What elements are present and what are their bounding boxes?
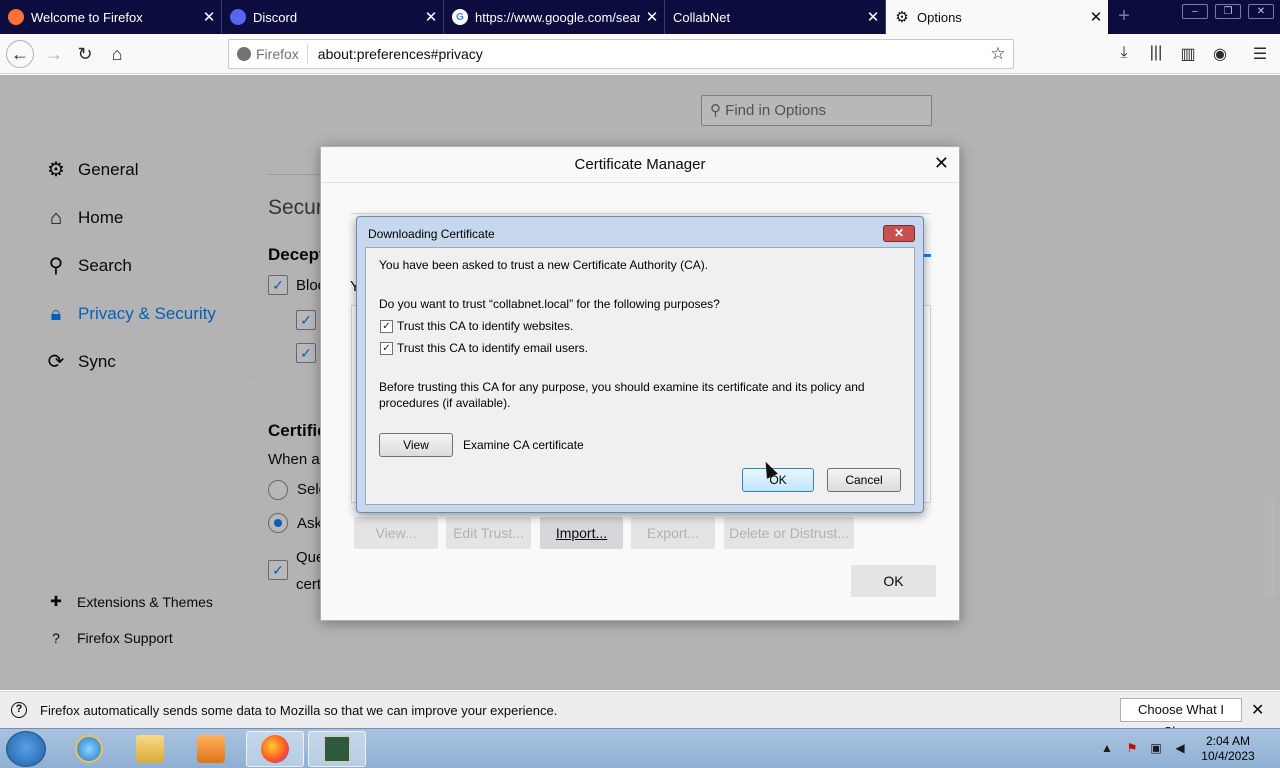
chevron-up-icon[interactable]: ▲	[1099, 741, 1115, 757]
clock-time: 2:04 AM	[1205, 734, 1251, 748]
volume-icon[interactable]: ◀	[1172, 741, 1188, 757]
reload-button[interactable]: ↻	[71, 40, 99, 68]
ok-button[interactable]: OK	[851, 565, 936, 597]
tab-welcome[interactable]: Welcome to Firefox ✕	[0, 0, 222, 34]
close-icon[interactable]: ✕	[419, 8, 443, 26]
url-input[interactable]: about:preferences#privacy	[308, 46, 983, 62]
tab-collabnet[interactable]: CollabNet ✕	[665, 0, 886, 34]
close-icon[interactable]: ✕	[197, 8, 221, 26]
restore-button[interactable]: ❐	[1215, 4, 1241, 19]
taskbar-explorer[interactable]	[121, 731, 179, 767]
view-ca-button[interactable]: View	[379, 433, 453, 457]
back-button[interactable]: ←	[6, 40, 34, 68]
close-icon[interactable]: ✕	[883, 225, 915, 242]
edit-trust-button[interactable]: Edit Trust...	[446, 517, 531, 549]
gear-icon: ⚙	[895, 9, 909, 26]
trust-websites-checkbox[interactable]: ✓	[380, 320, 393, 333]
question-text: Do you want to trust “collabnet.local” f…	[379, 297, 720, 311]
tab-title: Discord	[253, 9, 298, 25]
menu-icon[interactable]: ☰	[1249, 44, 1271, 64]
intro-text: You have been asked to trust a new Certi…	[379, 258, 709, 272]
window-close-button[interactable]: ✕	[1248, 4, 1274, 19]
download-icon[interactable]: ⤓	[1113, 44, 1135, 64]
identity-label: Firefox	[256, 46, 299, 62]
dialog-title: Downloading Certificate	[368, 227, 495, 241]
help-icon: ?	[11, 702, 27, 718]
close-icon[interactable]: ✕	[934, 153, 949, 174]
warning-line-2: procedures (if available).	[379, 396, 511, 410]
choose-what-i-share-button[interactable]: Choose What I Share	[1120, 698, 1242, 739]
trust-websites-label: Trust this CA to identify websites.	[397, 319, 574, 333]
media-player-icon	[197, 735, 225, 763]
identity-box[interactable]: Firefox	[229, 44, 308, 64]
discord-icon	[230, 9, 246, 25]
import-button[interactable]: Import...	[540, 517, 623, 549]
close-icon[interactable]: ✕	[1084, 8, 1108, 26]
tab-strip: Welcome to Firefox ✕ Discord ✕ G https:/…	[0, 0, 1280, 34]
dialog-title: Certificate Manager	[321, 147, 959, 183]
page-scrollbar[interactable]	[1265, 497, 1275, 597]
downloading-certificate-dialog: Downloading Certificate ✕ You have been …	[356, 216, 924, 513]
account-icon[interactable]: ◉	[1209, 44, 1231, 64]
trust-email-checkbox[interactable]: ✓	[380, 342, 393, 355]
close-icon[interactable]: ✕	[1251, 700, 1264, 720]
start-button[interactable]	[6, 731, 46, 767]
trust-email-label: Trust this CA to identify email users.	[397, 341, 588, 355]
bookmark-star-icon[interactable]: ☆	[983, 44, 1013, 64]
sidebar-icon[interactable]: ▥	[1177, 44, 1199, 64]
view-caption: Examine CA certificate	[463, 438, 584, 452]
taskbar-firefox[interactable]	[246, 731, 304, 767]
ok-button[interactable]: OK	[742, 468, 814, 492]
monitor-icon	[323, 735, 351, 763]
forward-button[interactable]: →	[40, 40, 68, 68]
taskbar-ie[interactable]	[60, 731, 118, 767]
data-reporting-notification: ? Firefox automatically sends some data …	[0, 691, 1280, 739]
flag-icon[interactable]: ⚑	[1124, 741, 1140, 757]
tab-options[interactable]: ⚙ Options ✕	[886, 0, 1108, 34]
taskbar: ▲ ⚑ ▣ ◀ 2:04 AM 10/4/2023	[0, 728, 1280, 768]
tab-google[interactable]: G https://www.google.com/sear ✕	[444, 0, 665, 34]
home-icon[interactable]: ⌂	[103, 40, 131, 68]
taskbar-app[interactable]	[308, 731, 366, 767]
google-icon: G	[452, 9, 468, 25]
tab-divider	[351, 213, 931, 214]
tab-title: Welcome to Firefox	[31, 9, 143, 25]
firefox-icon	[8, 9, 24, 25]
network-icon[interactable]: ▣	[1148, 741, 1164, 757]
folder-icon	[136, 735, 164, 763]
url-bar[interactable]: Firefox about:preferences#privacy ☆	[228, 39, 1014, 69]
tab-title: https://www.google.com/sear	[475, 9, 640, 25]
delete-distrust-button[interactable]: Delete or Distrust...	[724, 517, 854, 549]
close-icon[interactable]: ✕	[861, 8, 885, 26]
tab-title: CollabNet	[673, 9, 731, 25]
firefox-icon	[261, 735, 289, 763]
view-button[interactable]: View...	[354, 517, 438, 549]
library-icon[interactable]: |||	[1145, 44, 1167, 64]
tab-discord[interactable]: Discord ✕	[222, 0, 444, 34]
clock[interactable]: 2:04 AM 10/4/2023	[1196, 734, 1260, 764]
nav-bar: ← → ↻ ⌂ Firefox about:preferences#privac…	[0, 34, 1280, 74]
internet-explorer-icon	[75, 735, 103, 763]
taskbar-media[interactable]	[182, 731, 240, 767]
cancel-button[interactable]: Cancel	[827, 468, 901, 492]
notification-text: Firefox automatically sends some data to…	[40, 703, 558, 718]
firefox-icon	[237, 47, 251, 61]
warning-line-1: Before trusting this CA for any purpose,…	[379, 380, 865, 394]
clock-date: 10/4/2023	[1201, 749, 1255, 763]
dialog-body: You have been asked to trust a new Certi…	[365, 247, 915, 505]
minimize-button[interactable]: –	[1182, 4, 1208, 19]
close-icon[interactable]: ✕	[640, 8, 664, 26]
tab-title: Options	[917, 9, 962, 25]
export-button[interactable]: Export...	[631, 517, 715, 549]
new-tab-button[interactable]: +	[1112, 4, 1136, 28]
